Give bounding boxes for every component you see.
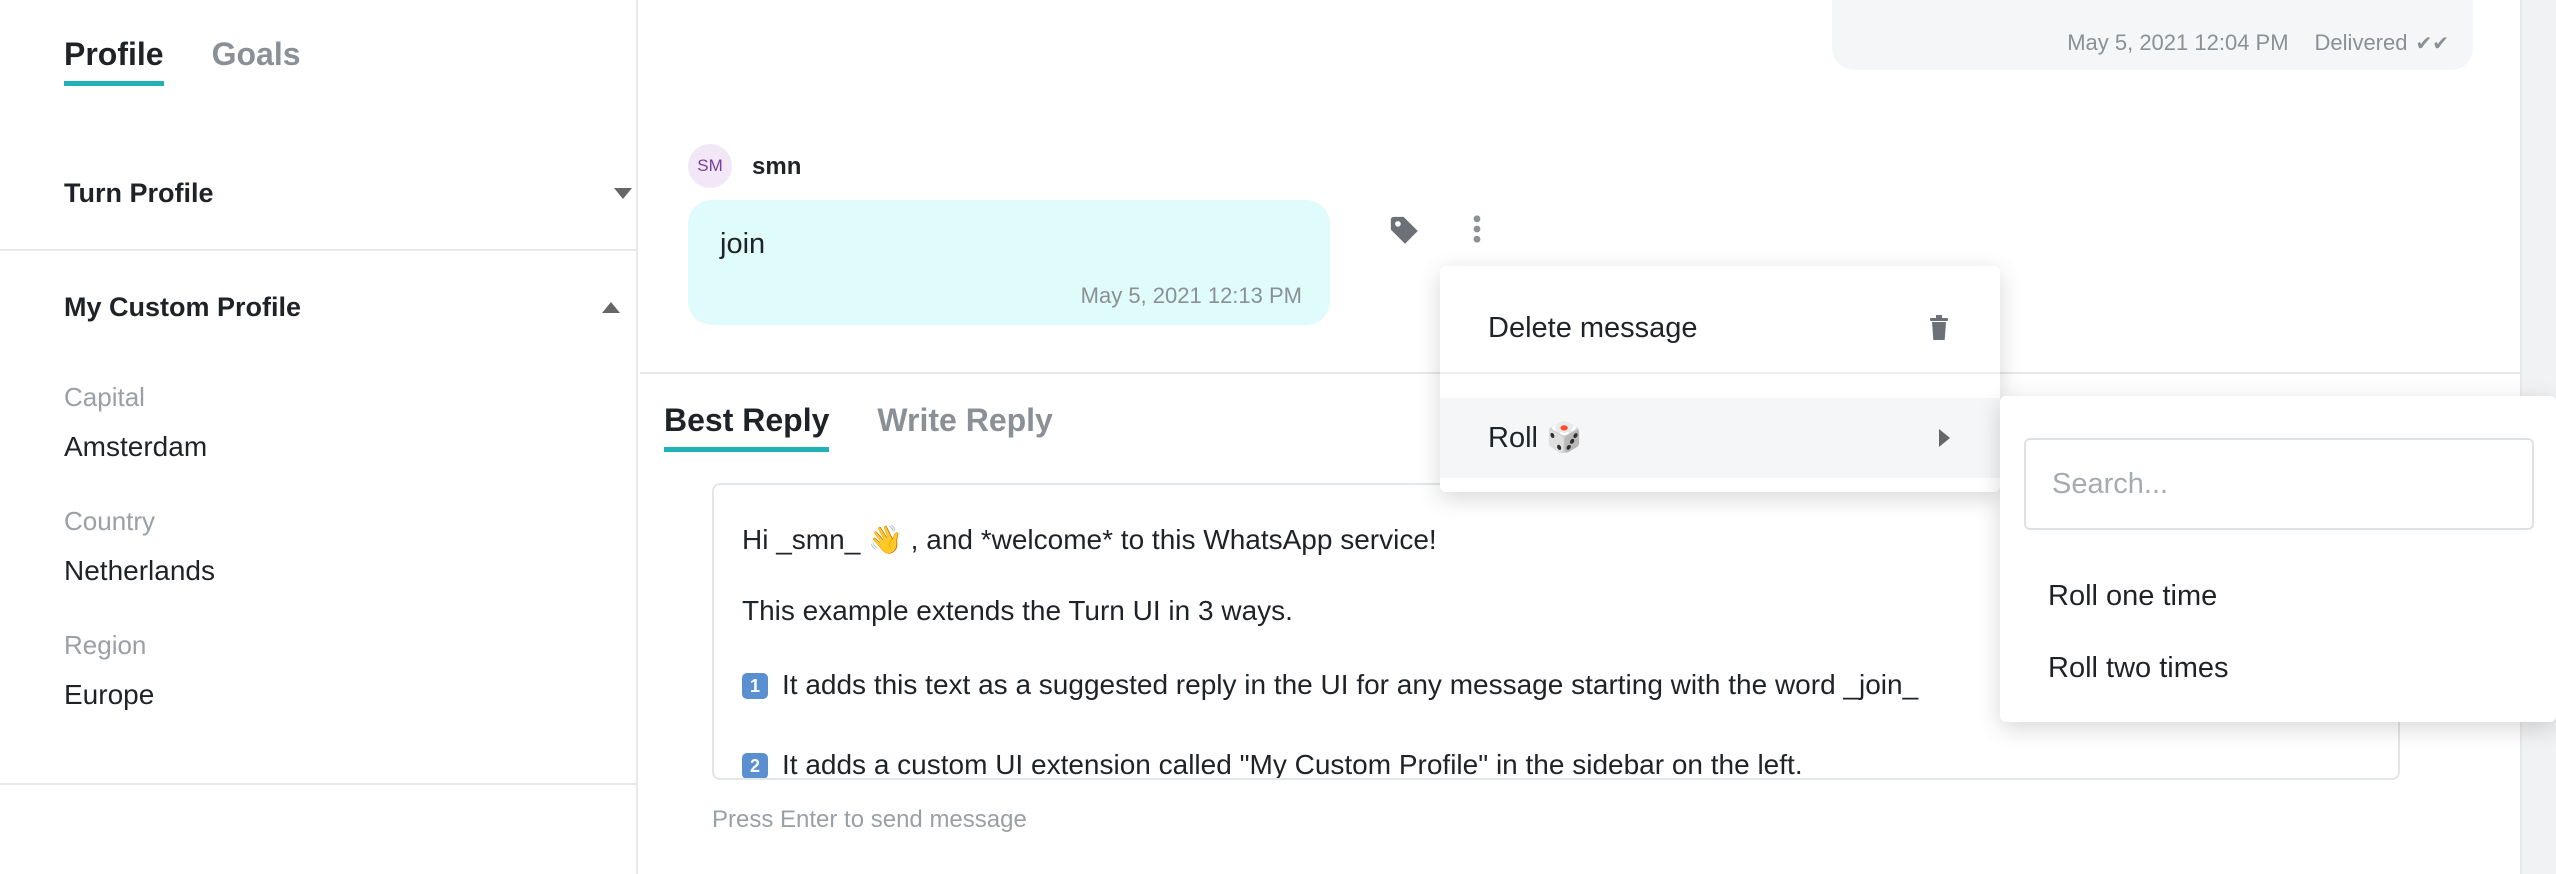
chevron-right-icon [1939,429,1950,447]
tab-profile[interactable]: Profile [64,36,164,86]
custom-profile-header[interactable]: My Custom Profile [64,292,624,323]
incoming-message-text: join [720,228,766,260]
chevron-down-icon[interactable] [614,188,632,199]
field-label-region: Region [64,630,147,660]
sidebar-tabs: Profile Goals [64,36,301,86]
field-value-capital: Amsterdam [64,431,208,462]
keycap-two-icon: 2 [742,753,768,778]
reply-line-3-text: It adds this text as a suggested reply i… [782,669,1919,700]
avatar: SM [688,144,732,188]
tab-goals[interactable]: Goals [212,36,301,86]
reply-tabs: Best Reply Write Reply [664,402,1053,452]
field-value-region: Europe [64,679,155,710]
turn-profile-header[interactable]: Turn Profile [64,178,632,209]
tag-icon[interactable] [1388,214,1422,248]
delivery-status-label: Delivered [2314,30,2408,55]
double-check-icon: ✔✔ [2415,33,2449,55]
delivery-status: Delivered ✔✔ [2315,30,2449,56]
outgoing-message-bubble[interactable]: May 5, 2021 12:04 PM Delivered ✔✔ [1832,0,2473,70]
field-label-country: Country [64,506,156,536]
tab-write-reply[interactable]: Write Reply [877,402,1052,452]
keycap-one-icon: 1 [742,673,768,699]
menu-separator [1440,372,2000,374]
chevron-up-icon[interactable] [602,302,620,313]
sidebar: Profile Goals Turn Profile My Custom Pro… [0,0,638,874]
sidebar-divider [0,249,638,251]
message-context-menu: Delete message Roll 🎲 [1440,266,2000,492]
app-root: Profile Goals Turn Profile My Custom Pro… [0,0,2556,874]
reply-line-2: This example extends the Turn UI in 3 wa… [742,595,1293,626]
outgoing-timestamp: May 5, 2021 12:04 PM [2067,30,2289,55]
roll-label: Roll 🎲 [1488,422,1583,454]
incoming-timestamp: May 5, 2021 12:13 PM [1080,283,1302,308]
reply-line-4: 2 It adds a custom UI extension called "M… [742,749,1803,780]
roll-submenu: Roll one time Roll two times [2000,396,2556,722]
sidebar-divider-bottom [0,783,638,785]
trash-icon [1930,315,1948,340]
search-input[interactable] [2024,438,2534,530]
submenu-item-roll-two[interactable]: Roll two times [2048,652,2229,685]
menu-item-delete[interactable]: Delete message [1440,288,2000,368]
incoming-message-bubble[interactable]: join May 5, 2021 12:13 PM [688,200,1330,325]
custom-profile-title: My Custom Profile [64,292,302,322]
send-hint: Press Enter to send message [712,806,1027,833]
field-value-country: Netherlands [64,555,215,586]
submenu-item-roll-one[interactable]: Roll one time [2048,580,2217,613]
tab-best-reply[interactable]: Best Reply [664,402,830,452]
reply-line-4-text: It adds a custom UI extension called "My… [782,749,1803,780]
sender-name: smn [752,153,802,180]
more-vertical-icon[interactable] [1462,212,1492,246]
delete-label: Delete message [1488,311,1698,344]
menu-item-roll[interactable]: Roll 🎲 [1440,398,2000,478]
reply-line-1: Hi _smn_ 👋 , and *welcome* to this Whats… [742,524,1437,555]
reply-line-3: 1 It adds this text as a suggested reply … [742,669,1918,701]
turn-profile-title: Turn Profile [64,178,214,208]
field-label-capital: Capital [64,382,145,412]
outgoing-message-meta: May 5, 2021 12:04 PM Delivered ✔✔ [2067,30,2449,56]
